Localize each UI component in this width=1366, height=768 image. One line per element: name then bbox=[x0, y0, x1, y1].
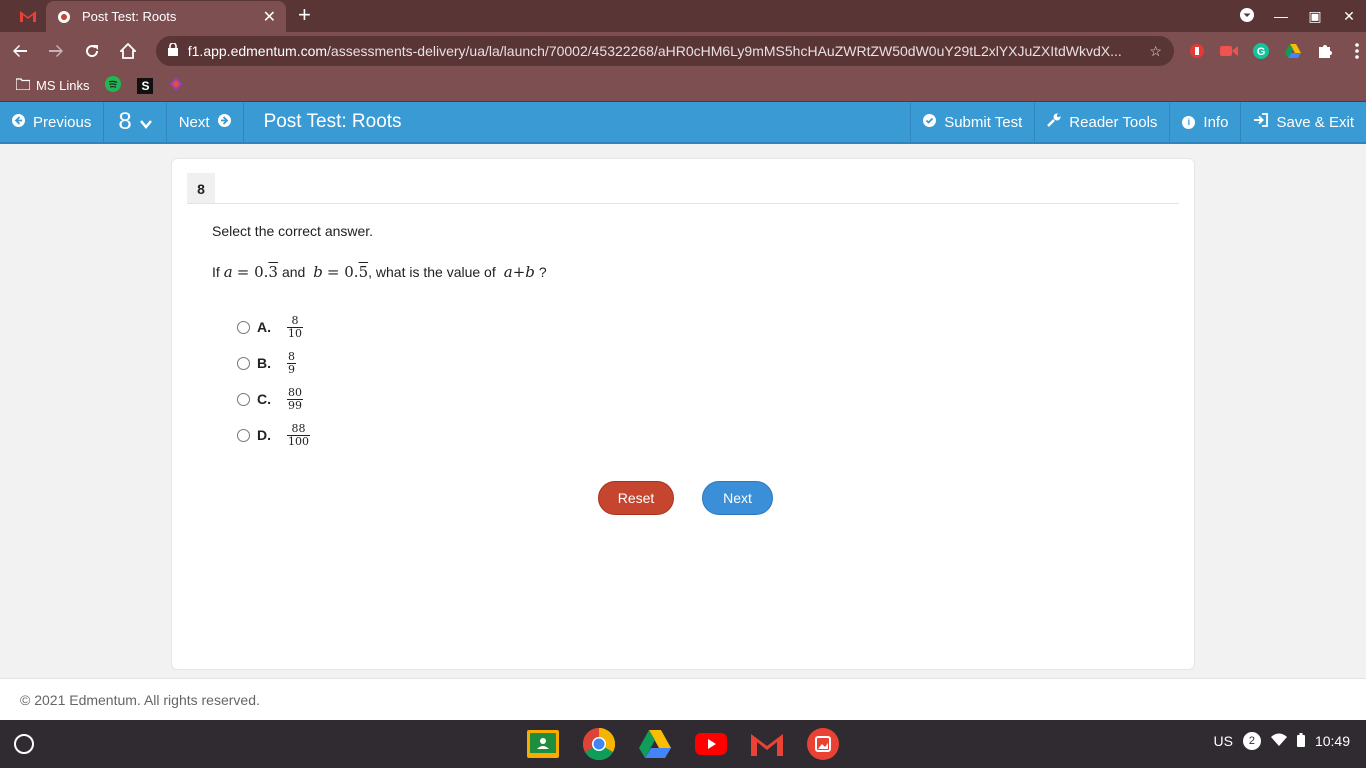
lock-icon[interactable] bbox=[167, 42, 178, 59]
launcher-icon[interactable] bbox=[14, 734, 34, 754]
bookmark-app[interactable] bbox=[169, 77, 184, 94]
wifi-icon bbox=[1270, 733, 1287, 749]
maximize-icon[interactable]: ▣ bbox=[1298, 8, 1332, 25]
arrow-right-circle-icon bbox=[217, 113, 231, 131]
battery-icon bbox=[1296, 732, 1305, 750]
radio-button[interactable] bbox=[237, 356, 250, 370]
browser-tab-bar: Post Test: Roots ✕ + — ▣ ✕ bbox=[0, 0, 1366, 32]
drive-app-icon[interactable] bbox=[639, 728, 671, 760]
tab-search-icon[interactable] bbox=[1230, 7, 1264, 26]
screencast-extension-icon[interactable] bbox=[1219, 42, 1238, 60]
browser-toolbar: f1.app.edmentum.com/assessments-delivery… bbox=[0, 32, 1366, 70]
previous-button[interactable]: Previous bbox=[0, 102, 105, 142]
divider bbox=[187, 203, 1179, 204]
option-a[interactable]: A. 8 10 bbox=[237, 309, 310, 345]
reload-icon[interactable] bbox=[76, 35, 108, 67]
os-shelf: US 2 10:49 bbox=[0, 720, 1366, 768]
window-controls: — ▣ ✕ bbox=[1230, 0, 1366, 32]
question-panel: 8 Select the correct answer. If a = 0. 3 … bbox=[171, 158, 1195, 670]
locale-indicator: US bbox=[1213, 733, 1233, 749]
gallery-app-icon[interactable] bbox=[807, 728, 839, 760]
youtube-app-icon[interactable] bbox=[695, 728, 727, 760]
submit-test-button[interactable]: Submit Test bbox=[910, 102, 1034, 142]
fraction: 8 10 bbox=[287, 313, 303, 340]
active-tab[interactable]: Post Test: Roots ✕ bbox=[46, 1, 286, 32]
bookmark-spotify[interactable] bbox=[105, 76, 122, 95]
pinned-apps bbox=[527, 728, 839, 760]
folder-icon bbox=[15, 78, 31, 93]
option-b[interactable]: B. 89 bbox=[237, 345, 310, 381]
clock: 10:49 bbox=[1314, 733, 1350, 749]
radio-button[interactable] bbox=[237, 320, 250, 334]
fraction: 80 99 bbox=[287, 385, 303, 412]
reset-button[interactable]: Reset bbox=[598, 481, 674, 515]
chevron-down-icon bbox=[139, 108, 152, 136]
svg-text:G: G bbox=[1257, 46, 1266, 58]
option-d[interactable]: D. 88 100 bbox=[237, 417, 310, 453]
tab-title: Post Test: Roots bbox=[82, 9, 177, 24]
info-icon: i bbox=[1182, 115, 1196, 129]
next-header-button[interactable]: Next bbox=[167, 102, 244, 142]
question-number-badge: 8 bbox=[187, 173, 215, 204]
radio-button[interactable] bbox=[237, 392, 250, 406]
notification-count-badge: 2 bbox=[1242, 732, 1261, 750]
s-bookmark-icon: S bbox=[137, 77, 154, 94]
app-bookmark-icon bbox=[169, 77, 184, 94]
bookmarks-bar: MS Links S bbox=[0, 70, 1366, 102]
home-icon[interactable] bbox=[112, 35, 144, 67]
page-title: Post Test: Roots bbox=[263, 111, 402, 132]
save-exit-button[interactable]: Save & Exit bbox=[1240, 102, 1366, 142]
minimize-icon[interactable]: — bbox=[1264, 8, 1298, 24]
close-tab-icon[interactable]: ✕ bbox=[263, 7, 276, 27]
instruction-text: Select the correct answer. bbox=[212, 223, 374, 239]
back-icon[interactable] bbox=[4, 35, 36, 67]
grammarly-extension-icon[interactable]: G bbox=[1252, 42, 1270, 60]
drive-extension-icon[interactable] bbox=[1284, 42, 1302, 60]
extensions: G bbox=[1188, 42, 1366, 60]
check-circle-icon bbox=[923, 113, 937, 131]
new-tab-icon[interactable]: + bbox=[298, 4, 311, 26]
gmail-app-icon[interactable] bbox=[751, 728, 783, 760]
action-buttons: Reset Next bbox=[598, 481, 773, 515]
bookmark-ms-links[interactable]: MS Links bbox=[15, 78, 89, 93]
reader-tools-button[interactable]: Reader Tools bbox=[1034, 102, 1169, 142]
edmentum-favicon-icon bbox=[56, 9, 72, 25]
chrome-app-icon[interactable] bbox=[583, 728, 615, 760]
status-tray[interactable]: US 2 10:49 bbox=[1213, 732, 1350, 750]
arrow-left-circle-icon bbox=[12, 113, 25, 131]
next-button[interactable]: Next bbox=[702, 481, 773, 515]
forward-icon[interactable] bbox=[40, 35, 72, 67]
adblock-extension-icon[interactable] bbox=[1188, 42, 1206, 60]
fraction: 89 bbox=[287, 349, 296, 376]
header-actions: Submit Test Reader Tools i Info Save & E… bbox=[910, 102, 1366, 142]
address-bar[interactable]: f1.app.edmentum.com/assessments-delivery… bbox=[155, 36, 1174, 66]
classroom-app-icon[interactable] bbox=[527, 728, 559, 760]
fraction: 88 100 bbox=[287, 421, 310, 448]
question-number-dropdown[interactable]: 8 bbox=[104, 102, 167, 142]
info-button[interactable]: i Info bbox=[1169, 102, 1240, 142]
option-c[interactable]: C. 80 99 bbox=[237, 381, 310, 417]
bookmark-s[interactable]: S bbox=[137, 77, 154, 94]
answer-options: A. 8 10 B. 89 C. 80 99 D. 88 100 bbox=[237, 309, 310, 453]
question-text: If a = 0. 3 and b = 0. 5 , what is the val… bbox=[212, 263, 547, 281]
chrome-menu-icon[interactable] bbox=[1348, 42, 1366, 60]
test-navigation-bar: Previous 8 Next Post Test: Roots Submit … bbox=[0, 102, 1366, 144]
bookmark-star-icon[interactable]: ☆ bbox=[1149, 43, 1162, 60]
spotify-icon bbox=[105, 76, 122, 95]
copyright-text: © 2021 Edmentum. All rights reserved. bbox=[20, 691, 260, 708]
footer: © 2021 Edmentum. All rights reserved. bbox=[0, 678, 1366, 720]
url-text: f1.app.edmentum.com/assessments-delivery… bbox=[187, 43, 1122, 59]
extensions-puzzle-icon[interactable] bbox=[1316, 42, 1334, 60]
radio-button[interactable] bbox=[237, 428, 250, 442]
close-window-icon[interactable]: ✕ bbox=[1332, 8, 1366, 25]
sign-in-icon bbox=[1253, 113, 1269, 131]
wrench-icon bbox=[1047, 113, 1061, 131]
gmail-tab-icon[interactable] bbox=[16, 10, 40, 22]
